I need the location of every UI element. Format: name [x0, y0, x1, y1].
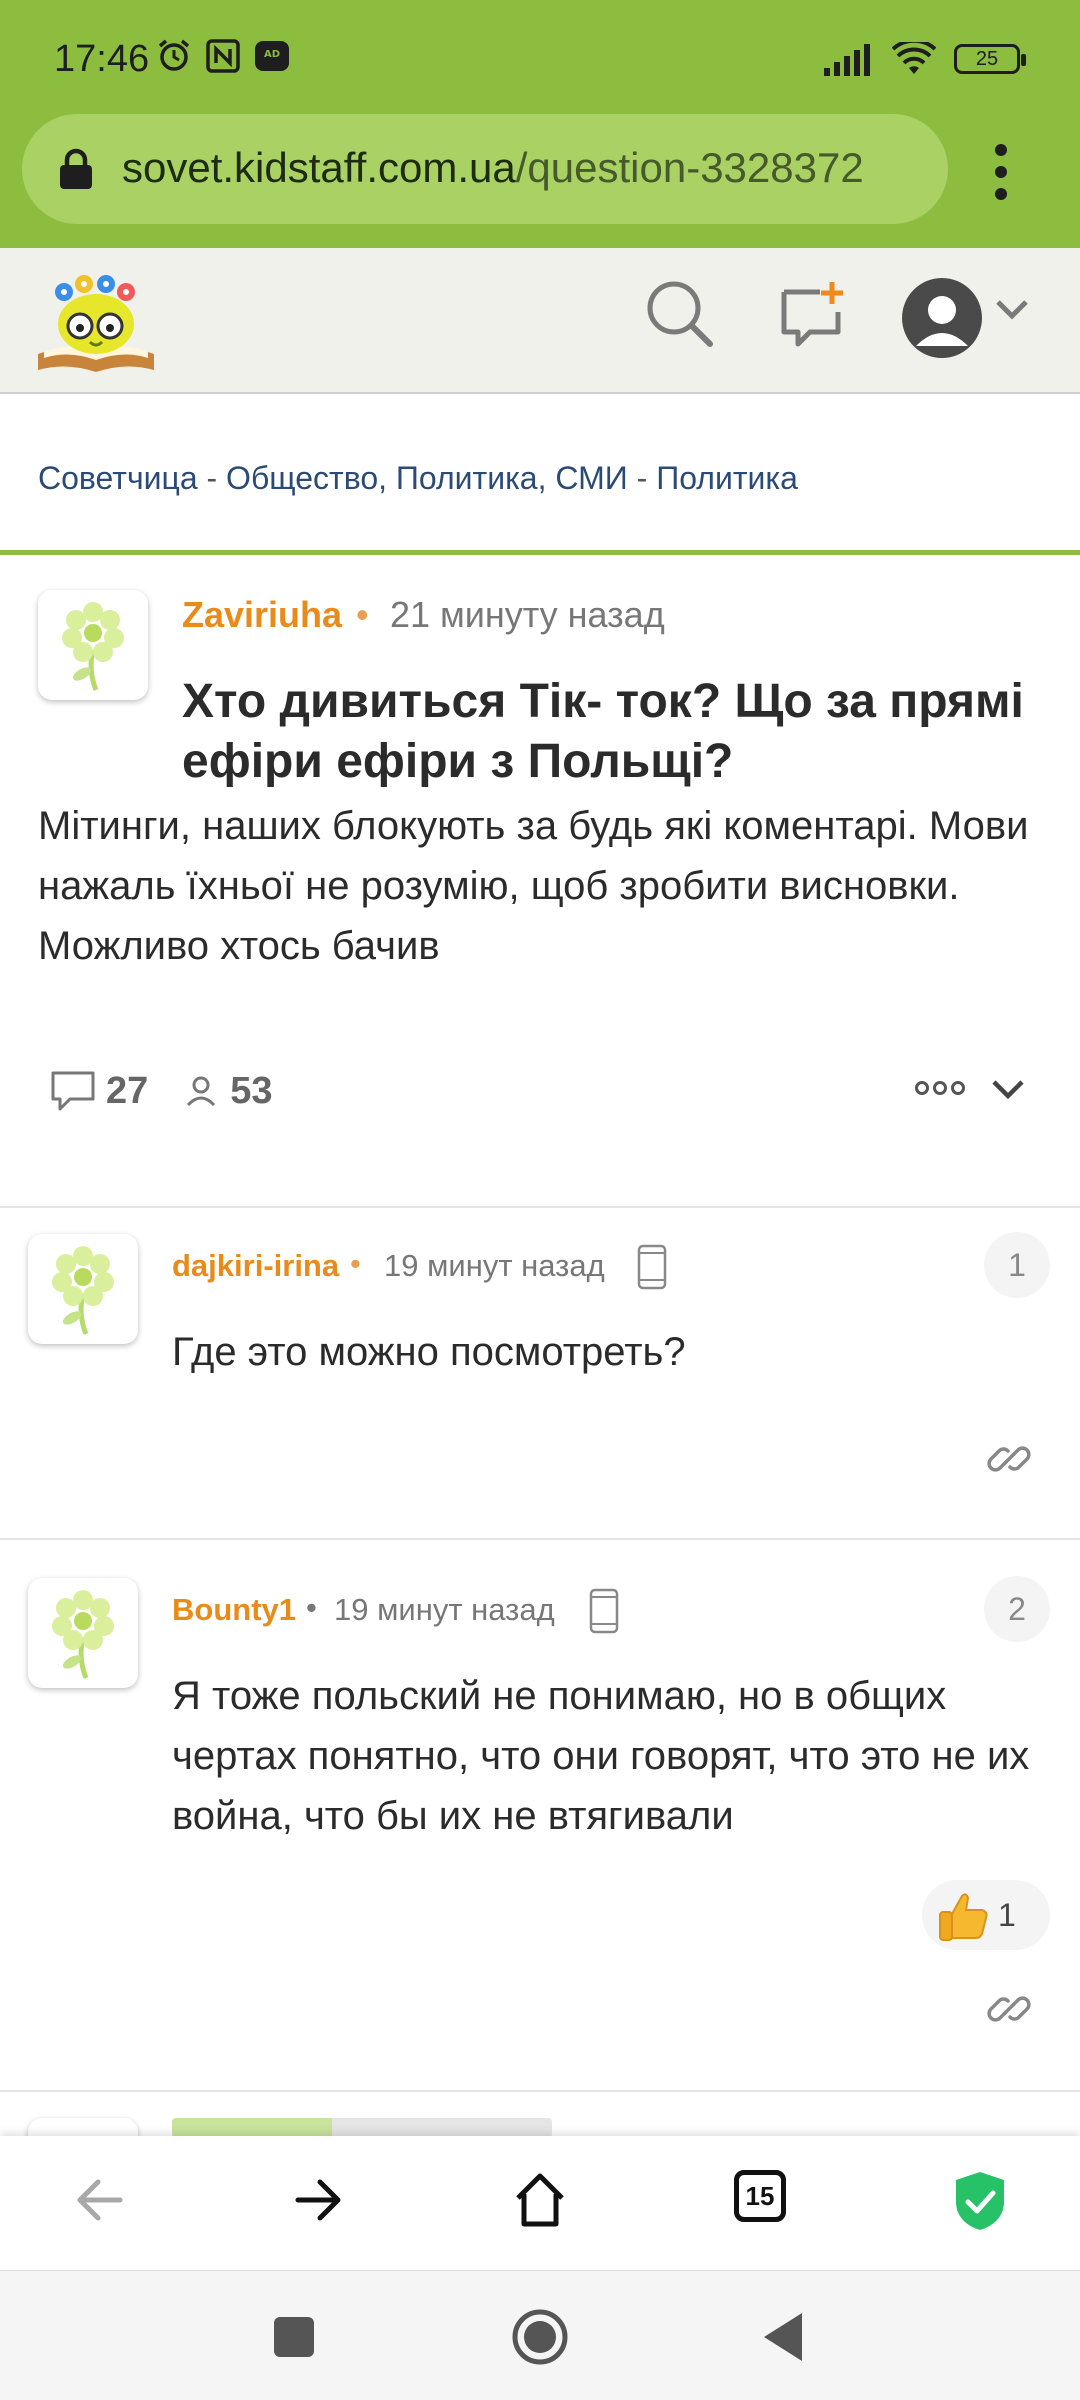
recents-icon[interactable] — [272, 2315, 316, 2359]
wifi-icon — [892, 42, 936, 74]
answer-number: 1 — [984, 1232, 1050, 1298]
url-path: /question-3328372 — [515, 144, 864, 191]
divider — [0, 1206, 1080, 1208]
mobile-device-icon — [589, 1588, 619, 1634]
browser-bottom-toolbar: 15 — [0, 2136, 1080, 2270]
answer-author-avatar[interactable] — [28, 1234, 138, 1344]
loading-placeholder — [172, 2118, 552, 2138]
question-author[interactable]: Zaviriuha — [182, 594, 342, 636]
home-icon[interactable] — [512, 2170, 568, 2230]
breadcrumb-item[interactable]: Общество, Политика, СМИ — [226, 460, 628, 496]
expand-chevron-icon[interactable] — [990, 1078, 1026, 1102]
url-text[interactable]: sovet.kidstaff.com.ua/question-3328372 — [122, 144, 864, 192]
like-button[interactable]: 1 — [922, 1880, 1050, 1950]
meta-dot: • — [356, 594, 369, 635]
url-domain: sovet.kidstaff.com.ua — [122, 144, 516, 191]
meta-dot: • — [350, 1246, 361, 1281]
mobile-device-icon — [637, 1244, 667, 1290]
answer-author[interactable]: Bounty1 — [172, 1592, 296, 1628]
battery-icon: 25 — [954, 44, 1026, 74]
flower-avatar-icon — [52, 1246, 114, 1335]
tabs-count-button[interactable]: 15 — [734, 2170, 786, 2222]
breadcrumb: Советчица - Общество, Политика, СМИ - По… — [38, 460, 798, 497]
svg-text:AD: AD — [264, 49, 280, 60]
answer-author-avatar[interactable] — [28, 1578, 138, 1688]
breadcrumb-item[interactable]: Советчица — [38, 460, 198, 496]
back-nav-icon[interactable] — [760, 2311, 806, 2363]
followers-count: 53 — [230, 1069, 273, 1112]
status-time: 17:46 — [54, 38, 150, 80]
question-title: Хто дивиться Тік- ток? Що за прямі ефіри… — [182, 675, 1024, 788]
answer-author[interactable]: dajkiri-irina — [172, 1248, 339, 1284]
link-icon[interactable] — [986, 1436, 1032, 1482]
like-count: 1 — [998, 1897, 1016, 1933]
home-nav-icon[interactable] — [510, 2307, 570, 2367]
question-body: Мітинги, наших блокують за будь які коме… — [38, 804, 1029, 968]
status-bar: 17:46 AD 25 — [0, 0, 1080, 110]
lock-icon — [60, 148, 92, 189]
nfc-icon — [206, 39, 240, 73]
section-divider — [0, 550, 1080, 555]
answer-text: Я тоже польский не понимаю, но в общих ч… — [172, 1674, 1030, 1838]
flower-avatar-icon — [52, 1590, 114, 1679]
link-icon[interactable] — [986, 1986, 1032, 2032]
breadcrumb-separator: - — [627, 460, 657, 496]
divider — [0, 1538, 1080, 1540]
comment-icon[interactable] — [48, 1068, 98, 1114]
answer-number: 2 — [984, 1576, 1050, 1642]
thumbs-up-icon — [939, 1893, 988, 1941]
meta-dot: • — [306, 1590, 317, 1625]
user-avatar-icon[interactable] — [900, 276, 984, 360]
answer-time: 19 минут назад — [334, 1592, 555, 1627]
flower-avatar-icon — [62, 602, 124, 691]
question-time: 21 минуту назад — [390, 594, 665, 635]
browser-menu-icon[interactable] — [988, 142, 1014, 202]
alarm-icon — [158, 39, 190, 71]
question-stats: 27 53 — [48, 1068, 273, 1114]
breadcrumb-item[interactable]: Политика — [656, 460, 798, 496]
chevron-down-icon[interactable] — [994, 298, 1030, 322]
back-arrow-icon[interactable] — [72, 2170, 126, 2230]
site-header — [0, 248, 1080, 394]
signal-icon — [824, 44, 870, 76]
answer-text: Где это можно посмотреть? — [172, 1330, 686, 1374]
site-logo[interactable] — [34, 268, 158, 378]
system-nav-bar — [0, 2270, 1080, 2400]
adblock-icon: AD — [255, 41, 289, 71]
divider — [0, 2090, 1080, 2092]
address-bar[interactable]: sovet.kidstaff.com.ua/question-3328372 — [22, 114, 948, 224]
question-author-avatar[interactable] — [38, 590, 148, 700]
answer-time: 19 минут назад — [384, 1248, 605, 1283]
forward-arrow-icon[interactable] — [292, 2170, 346, 2230]
breadcrumb-separator: - — [197, 460, 227, 496]
more-options-icon[interactable] — [914, 1080, 966, 1096]
comments-count: 27 — [106, 1069, 149, 1112]
search-icon[interactable] — [644, 278, 716, 350]
browser-chrome: 17:46 AD 25 sovet.kidstaff.com.ua/questi… — [0, 0, 1080, 248]
ask-question-icon[interactable] — [778, 278, 848, 350]
shield-icon[interactable] — [952, 2170, 1008, 2232]
follower-icon[interactable] — [184, 1073, 218, 1109]
